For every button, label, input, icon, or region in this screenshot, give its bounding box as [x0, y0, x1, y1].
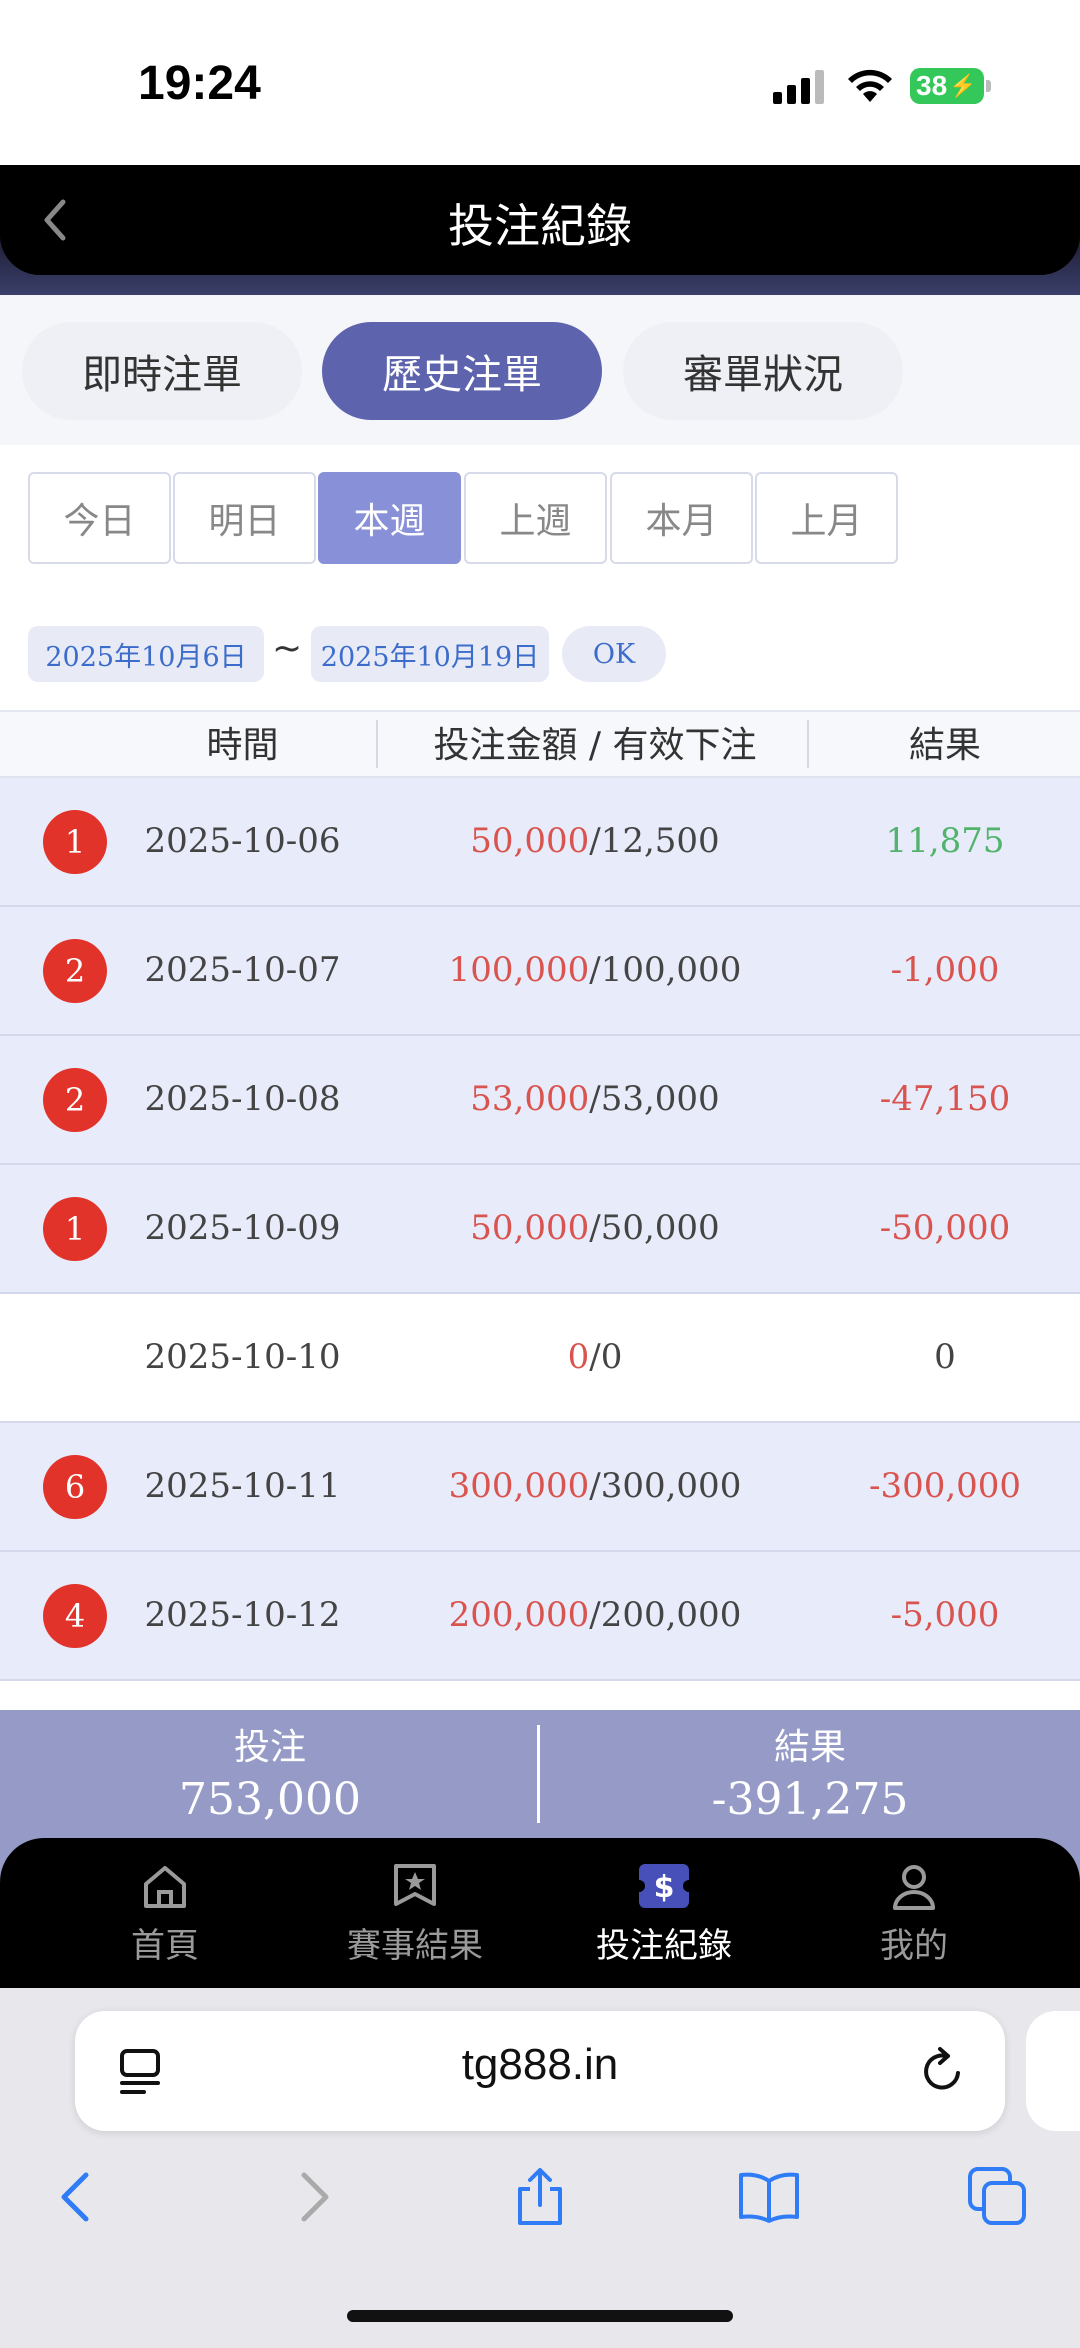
row-date: 2025-10-10 — [144, 1337, 341, 1377]
share-icon[interactable] — [508, 2165, 572, 2229]
row-result: 11,875 — [885, 821, 1005, 861]
row-valid-amount: /300,000 — [589, 1466, 742, 1506]
period-this-month-button[interactable]: 本月 — [610, 472, 753, 564]
row-bet-amount: 50,000 — [470, 821, 590, 861]
row-valid-amount: /53,000 — [589, 1079, 720, 1119]
period-today-button[interactable]: 今日 — [28, 472, 171, 564]
battery-level: 38 — [916, 70, 948, 101]
row-date: 2025-10-12 — [144, 1595, 341, 1635]
summary-result-value: -391,275 — [711, 1774, 909, 1825]
summary-result-label: 結果 — [773, 1727, 846, 1768]
row-valid-amount: /0 — [589, 1337, 623, 1377]
row-valid-amount: /12,500 — [589, 821, 720, 861]
bet-count-badge: 6 — [43, 1455, 107, 1519]
bet-count-badge: 2 — [43, 1068, 107, 1132]
row-result: 0 — [934, 1337, 956, 1377]
column-header-time: 時間 — [206, 725, 279, 766]
bet-count-badge: 2 — [43, 939, 107, 1003]
tabs-icon[interactable] — [966, 2165, 1030, 2229]
bet-count-badge: 1 — [43, 1197, 107, 1261]
nav-bet-record[interactable]: $ 投注紀錄 — [564, 1860, 764, 1970]
page-title: 投注紀錄 — [448, 199, 632, 253]
results-icon — [394, 1864, 436, 1906]
tab-history-bets[interactable]: 歷史注單 — [322, 322, 602, 420]
status-time: 19:24 — [138, 57, 261, 110]
wifi-icon — [848, 69, 892, 102]
browser-back-icon[interactable] — [46, 2165, 110, 2229]
home-icon — [144, 1866, 186, 1908]
period-this-week-button[interactable]: 本週 — [318, 472, 461, 564]
reload-icon[interactable] — [918, 2043, 968, 2097]
end-date-field[interactable]: 2025年10月19日 — [311, 626, 549, 682]
row-result: -47,150 — [879, 1079, 1011, 1119]
row-amount: 50,000/12,500 — [395, 821, 795, 861]
row-amount: 100,000/100,000 — [395, 950, 795, 990]
cellular-signal-icon — [773, 70, 824, 104]
summary-bet-label: 投注 — [233, 1727, 306, 1768]
nav-results[interactable]: 賽事結果 — [315, 1860, 515, 1970]
bookmarks-icon[interactable] — [737, 2165, 801, 2229]
row-date: 2025-10-07 — [144, 950, 341, 990]
tab-review-status[interactable]: 審單狀況 — [623, 322, 903, 420]
row-amount: 300,000/300,000 — [395, 1466, 795, 1506]
summary-bet-value: 753,000 — [179, 1774, 361, 1825]
column-divider — [807, 720, 809, 768]
row-result: -5,000 — [890, 1595, 1000, 1635]
row-bet-amount: 50,000 — [470, 1208, 590, 1248]
row-bet-amount: 53,000 — [470, 1079, 590, 1119]
row-valid-amount: /200,000 — [589, 1595, 742, 1635]
row-date: 2025-10-11 — [144, 1466, 341, 1506]
row-amount: 200,000/200,000 — [395, 1595, 795, 1635]
row-amount: 53,000/53,000 — [395, 1079, 795, 1119]
period-last-month-button[interactable]: 上月 — [755, 472, 898, 564]
row-date: 2025-10-09 — [144, 1208, 341, 1248]
row-result: -300,000 — [868, 1466, 1022, 1506]
row-result: -50,000 — [879, 1208, 1011, 1248]
row-bet-amount: 200,000 — [448, 1595, 590, 1635]
column-divider — [376, 720, 378, 768]
row-amount: 0/0 — [395, 1337, 795, 1377]
next-tab-peek[interactable] — [1026, 2011, 1080, 2131]
browser-forward-icon[interactable] — [280, 2165, 344, 2229]
row-date: 2025-10-06 — [144, 821, 341, 861]
date-separator: ~ — [272, 628, 303, 669]
period-last-week-button[interactable]: 上週 — [464, 472, 607, 564]
period-tomorrow-button[interactable]: 明日 — [173, 472, 316, 564]
nav-home-label: 首頁 — [131, 1926, 199, 1966]
row-bet-amount: 100,000 — [448, 950, 590, 990]
bet-record-icon: $ — [637, 1864, 691, 1908]
row-result: -1,000 — [890, 950, 1000, 990]
nav-profile[interactable]: 我的 — [814, 1860, 1014, 1970]
nav-results-label: 賽事結果 — [347, 1926, 483, 1966]
bet-count-badge: 1 — [43, 810, 107, 874]
tab-live-bets[interactable]: 即時注單 — [22, 322, 302, 420]
nav-bet-record-label: 投注紀錄 — [596, 1926, 732, 1966]
profile-icon — [893, 1865, 935, 1910]
ok-button[interactable]: OK — [562, 626, 666, 682]
row-date: 2025-10-08 — [144, 1079, 341, 1119]
bet-count-badge: 4 — [43, 1584, 107, 1648]
url-text[interactable]: tg888.in — [75, 2040, 1005, 2090]
start-date-field[interactable]: 2025年10月6日 — [28, 626, 264, 682]
nav-profile-label: 我的 — [880, 1926, 948, 1966]
row-bet-amount: 300,000 — [448, 1466, 590, 1506]
battery-tip — [986, 80, 991, 92]
nav-home[interactable]: 首頁 — [65, 1860, 265, 1970]
battery-icon: 38 ⚡ — [910, 68, 984, 104]
row-valid-amount: /50,000 — [589, 1208, 720, 1248]
row-valid-amount: /100,000 — [589, 950, 742, 990]
home-indicator — [347, 2310, 733, 2322]
row-amount: 50,000/50,000 — [395, 1208, 795, 1248]
row-bet-amount: 0 — [567, 1337, 590, 1377]
column-header-amount: 投注金額 / 有效下注 — [433, 725, 757, 766]
column-header-result: 結果 — [908, 725, 981, 766]
svg-text:$: $ — [654, 1870, 675, 1905]
